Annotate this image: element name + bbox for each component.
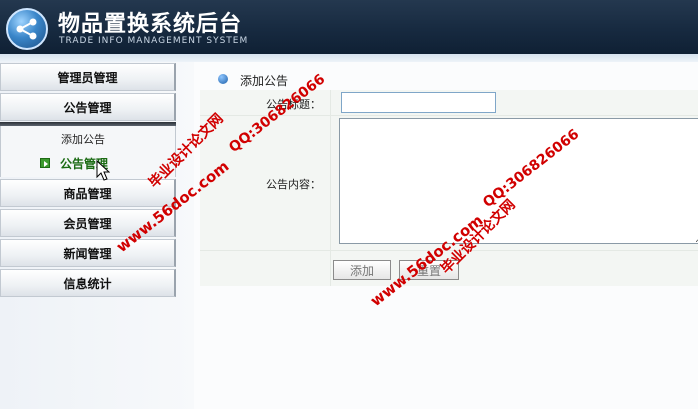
add-button[interactable]: 添加 (333, 260, 391, 280)
form-column-divider (330, 90, 331, 286)
submenu-item-add-announcement[interactable]: 添加公告 (1, 128, 177, 150)
sidebar-item-admin[interactable]: 管理员管理 (0, 63, 176, 91)
submenu-divider (0, 122, 176, 126)
page-title: 添加公告 (240, 74, 289, 88)
sidebar-item-statistics[interactable]: 信息统计 (0, 269, 176, 297)
arrow-right-icon (40, 158, 50, 168)
share-logo-icon (6, 8, 48, 50)
bullet-icon (218, 74, 228, 84)
sidebar-item-news[interactable]: 新闻管理 (0, 239, 176, 267)
mouse-cursor-icon (96, 160, 110, 181)
app-title: 物品置换系统后台 (58, 12, 243, 37)
header-divider (0, 54, 698, 62)
title-input[interactable] (341, 92, 496, 113)
app-subtitle: TRADE INFO MANAGEMENT SYSTEM (59, 36, 249, 46)
header-bar: 物品置换系统后台 TRADE INFO MANAGEMENT SYSTEM (0, 0, 698, 54)
sidebar: 管理员管理 公告管理 添加公告 公告管理 商品管理 会员管理 新闻管理 信息统计 (0, 62, 194, 409)
submenu-item-label: 添加公告 (61, 133, 105, 146)
announcement-submenu: 添加公告 公告管理 (0, 125, 176, 177)
breadcrumb: 添加公告 (200, 66, 698, 90)
content-label: 公告内容： (266, 178, 321, 191)
sidebar-item-announcement[interactable]: 公告管理 (0, 93, 176, 121)
